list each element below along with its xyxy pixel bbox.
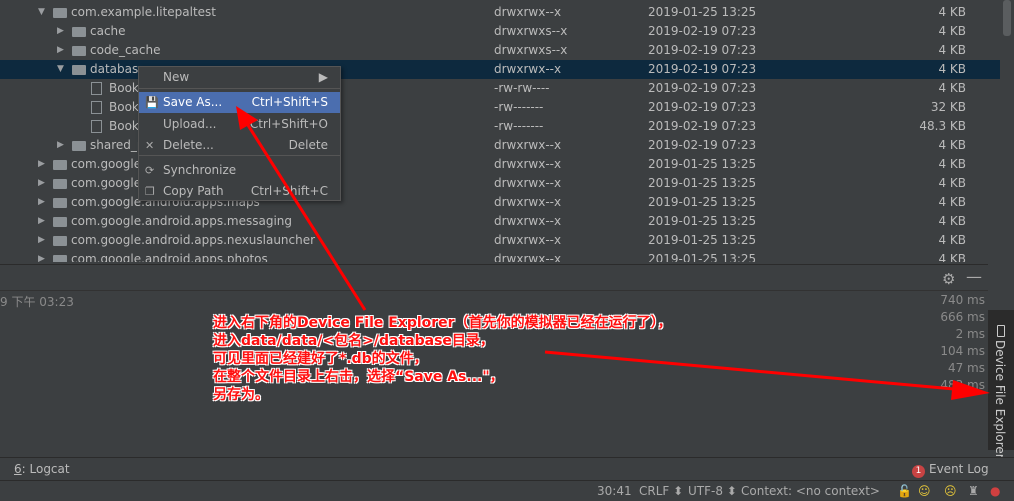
arrow-to-save-as — [244, 121, 367, 311]
annotation-arrows — [236, 106, 990, 400]
arrowhead-device-explorer — [951, 380, 990, 400]
arrow-to-device-explorer — [544, 350, 966, 392]
arrowhead-save-as — [236, 106, 258, 130]
